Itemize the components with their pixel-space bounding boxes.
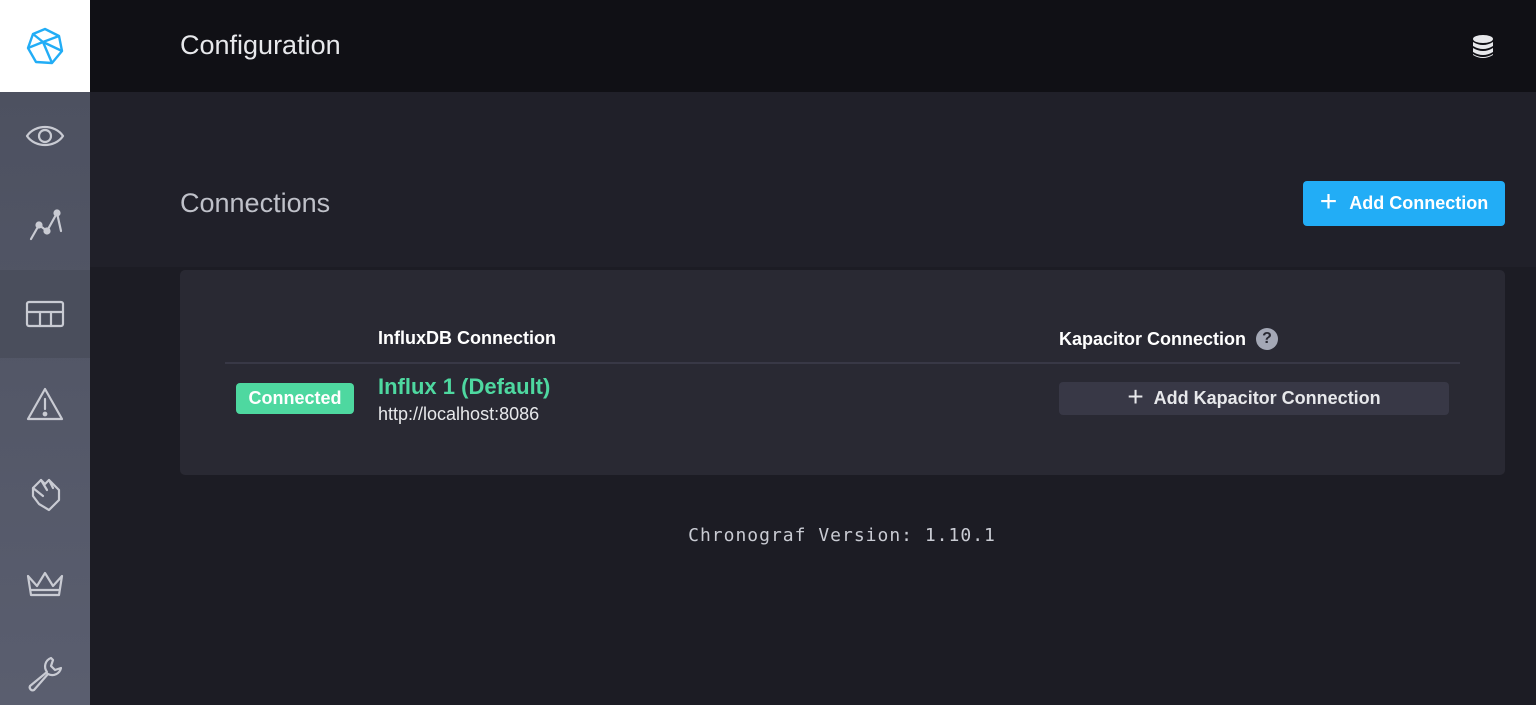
data-explorer-hand-icon (31, 478, 61, 512)
chronograf-logo-icon[interactable] (0, 0, 90, 92)
dashboard-grid-icon (25, 300, 65, 328)
page-title: Configuration (180, 30, 341, 60)
section-header (90, 92, 1536, 267)
page-header: Configuration (90, 0, 1536, 92)
plus-icon: + (1319, 185, 1338, 218)
add-connection-button[interactable]: + Add Connection (1303, 181, 1505, 226)
column-header-influxdb: InfluxDB Connection (378, 328, 556, 348)
table-divider (225, 362, 1460, 364)
add-kapacitor-connection-label: Add Kapacitor Connection (1153, 388, 1381, 408)
plus-icon: + (1127, 381, 1144, 412)
add-connection-label: Add Connection (1349, 193, 1489, 213)
sidebar-item-log-viewer[interactable] (0, 450, 90, 538)
connection-name-link[interactable]: Influx 1 (Default) (378, 374, 550, 400)
connection-url: http://localhost:8086 (378, 404, 540, 424)
wrench-icon (28, 656, 63, 692)
sidebar (0, 0, 90, 705)
column-header-kapacitor-label: Kapacitor Connection (1059, 328, 1247, 349)
sidebar-item-dashboards[interactable] (0, 270, 90, 358)
version-text: Chronograf Version: 1.10.1 (688, 525, 996, 546)
add-kapacitor-connection-button[interactable]: + Add Kapacitor Connection (1059, 382, 1449, 415)
database-icon[interactable] (1470, 34, 1496, 60)
sidebar-item-data-explorer[interactable] (0, 181, 90, 269)
status-badge: Connected (236, 383, 354, 414)
alert-triangle-icon (26, 387, 64, 421)
sidebar-item-host-list[interactable] (0, 92, 90, 180)
sidebar-item-configuration[interactable] (0, 630, 90, 705)
sidebar-item-alerts[interactable] (0, 360, 90, 448)
sidebar-item-admin[interactable] (0, 540, 90, 628)
column-header-kapacitor: Kapacitor Connection ? (1059, 328, 1279, 350)
graph-icon (29, 209, 63, 241)
connections-title: Connections (180, 188, 331, 218)
eye-icon (25, 125, 65, 147)
help-icon[interactable]: ? (1256, 328, 1279, 350)
app-root: Configuration Connections + Add Connecti… (0, 0, 1536, 705)
main-content: Connections + Add Connection InfluxDB Co… (90, 92, 1536, 705)
connections-table: InfluxDB Connection Kapacitor Connection… (180, 270, 1505, 475)
crown-icon (26, 571, 64, 597)
